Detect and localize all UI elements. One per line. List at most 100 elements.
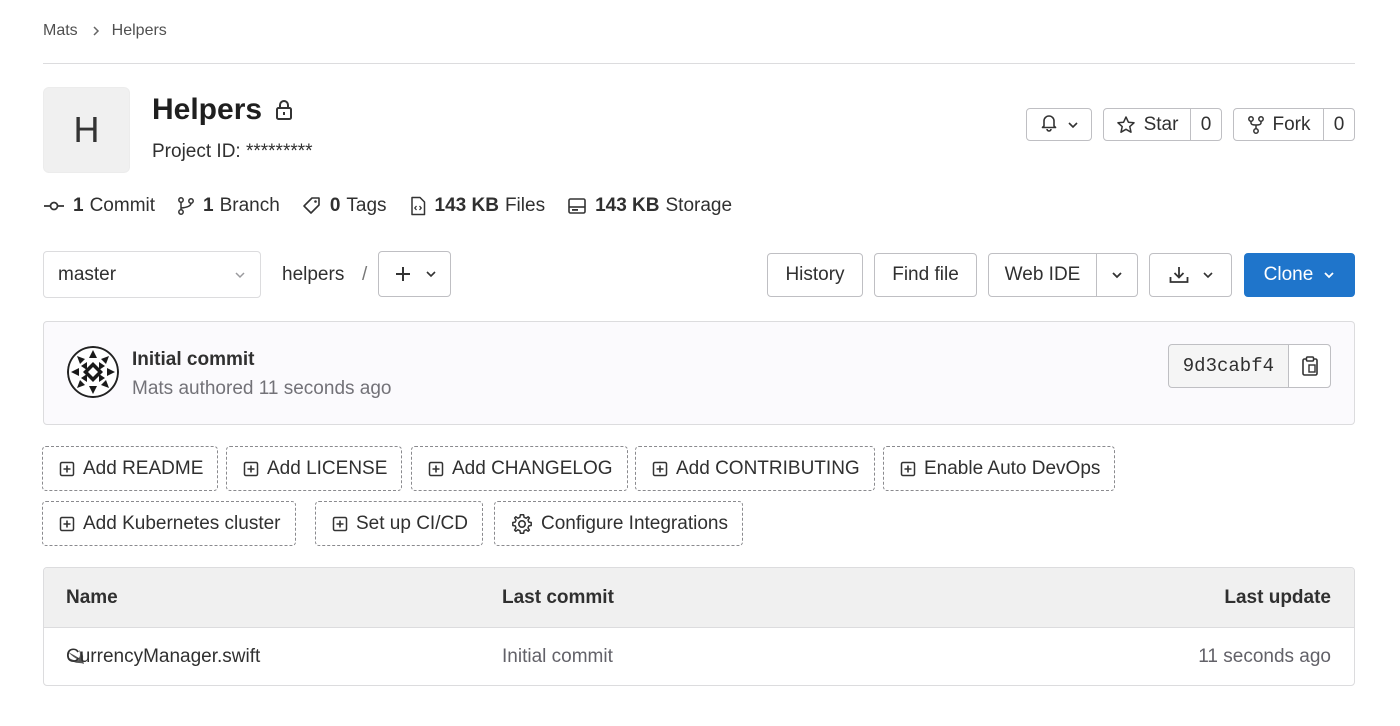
commits-label: Commit: [89, 195, 156, 216]
web-ide-button-group: Web IDE: [988, 253, 1138, 297]
file-table: Name Last commit Last update CurrencyMan…: [43, 567, 1355, 686]
commit-icon: [44, 201, 64, 211]
star-label: Star: [1143, 113, 1179, 135]
bell-icon: [1039, 112, 1059, 138]
tags-stat[interactable]: 0 Tags: [302, 195, 387, 217]
commits-count: 1: [73, 195, 84, 216]
clone-dropdown[interactable]: Clone: [1244, 253, 1355, 297]
branch-selector[interactable]: master: [43, 251, 261, 298]
project-stats: 1 Commit 1 Branch 0 Tags 143 KB Files 14…: [43, 195, 754, 217]
chevron-down-icon: [234, 271, 246, 279]
commits-stat[interactable]: 1 Commit: [43, 195, 155, 217]
chevron-down-icon: [1323, 271, 1335, 279]
breadcrumb-current[interactable]: Helpers: [112, 22, 167, 40]
lock-icon: [274, 99, 294, 121]
star-icon: [1116, 115, 1136, 135]
plus-square-icon: [900, 461, 916, 476]
add-contributing-label: Add CONTRIBUTING: [676, 457, 860, 479]
fork-label: Fork: [1272, 113, 1311, 135]
commit-title[interactable]: Initial commit: [132, 349, 254, 371]
header-name: Name: [66, 586, 118, 608]
commit-author-avatar[interactable]: [67, 346, 119, 398]
file-last-update: 11 seconds ago: [1198, 646, 1331, 667]
web-ide-button[interactable]: Web IDE: [989, 254, 1096, 296]
breadcrumb-parent[interactable]: Mats: [43, 22, 78, 40]
chevron-down-icon: [425, 270, 437, 278]
header-last-commit: Last commit: [502, 586, 614, 608]
plus-square-icon: [59, 461, 75, 476]
download-icon: [1168, 265, 1190, 285]
copy-sha-button[interactable]: [1288, 345, 1330, 387]
set-up-ci-cd-button[interactable]: Set up CI/CD: [315, 501, 483, 546]
notification-dropdown[interactable]: [1026, 108, 1092, 141]
gear-icon: [512, 513, 532, 534]
project-title-text: Helpers: [152, 93, 263, 126]
files-stat[interactable]: 143 KB Files: [409, 195, 546, 217]
table-row[interactable]: CurrencyManager.swift Initial commit 11 …: [44, 628, 1354, 685]
chevron-down-icon: [1202, 271, 1214, 279]
files-label: Files: [504, 195, 546, 216]
download-dropdown[interactable]: [1149, 253, 1232, 297]
fork-count[interactable]: 0: [1323, 109, 1354, 140]
add-contributing-button[interactable]: Add CONTRIBUTING: [635, 446, 875, 491]
last-commit-panel: Initial commit Mats authored 11 seconds …: [43, 321, 1355, 425]
tag-icon: [303, 197, 320, 214]
storage-icon: [568, 198, 586, 214]
star-count[interactable]: 0: [1190, 109, 1221, 140]
add-kubernetes-cluster-button[interactable]: Add Kubernetes cluster: [42, 501, 296, 546]
branch-name: master: [58, 263, 117, 285]
set-up-ci-cd-label: Set up CI/CD: [356, 512, 468, 534]
branches-count: 1: [203, 195, 214, 216]
fork-button[interactable]: Fork: [1234, 109, 1323, 140]
web-ide-dropdown-toggle[interactable]: [1096, 254, 1137, 296]
repo-path[interactable]: helpers: [282, 264, 344, 286]
file-name-cell[interactable]: CurrencyManager.swift: [66, 646, 260, 667]
star-button-group: Star 0: [1103, 108, 1222, 141]
add-license-label: Add LICENSE: [267, 457, 388, 479]
fork-button-group: Fork 0: [1233, 108, 1355, 141]
commit-meta: Mats authored 11 seconds ago: [132, 378, 392, 399]
star-button[interactable]: Star: [1104, 109, 1190, 140]
add-kubernetes-cluster-label: Add Kubernetes cluster: [83, 512, 281, 534]
header-divider: [43, 63, 1355, 64]
enable-auto-devops-label: Enable Auto DevOps: [924, 457, 1101, 479]
commit-sha[interactable]: 9d3cabf4: [1169, 345, 1288, 387]
tags-label: Tags: [346, 195, 387, 216]
chevron-right-icon: [91, 25, 101, 37]
add-readme-button[interactable]: Add README: [42, 446, 219, 491]
table-header: Name Last commit Last update: [44, 568, 1354, 628]
branches-label: Branch: [219, 195, 280, 216]
plus-icon: [393, 264, 413, 284]
plus-square-icon: [332, 516, 348, 531]
add-license-button[interactable]: Add LICENSE: [226, 446, 403, 491]
clone-label: Clone: [1263, 264, 1314, 285]
project-id: Project ID: *********: [152, 141, 313, 162]
project-avatar-letter: H: [73, 109, 100, 150]
chevron-down-icon: [1111, 271, 1123, 279]
storage-label: Storage: [665, 195, 733, 216]
add-readme-label: Add README: [83, 457, 204, 479]
history-button[interactable]: History: [767, 253, 863, 297]
storage-stat[interactable]: 143 KB Storage: [567, 195, 732, 217]
project-avatar: H: [43, 87, 130, 173]
branches-stat[interactable]: 1 Branch: [177, 195, 280, 217]
add-to-tree-dropdown[interactable]: [378, 251, 451, 297]
plus-square-icon: [243, 461, 259, 476]
configure-integrations-button[interactable]: Configure Integrations: [494, 501, 743, 546]
commit-sha-group: 9d3cabf4: [1167, 344, 1331, 388]
fork-icon: [1247, 115, 1265, 135]
file-name: CurrencyManager.swift: [66, 646, 261, 667]
header-last-update: Last update: [1224, 586, 1331, 608]
file-last-commit[interactable]: Initial commit: [502, 646, 613, 668]
add-changelog-button[interactable]: Add CHANGELOG: [411, 446, 628, 491]
branch-icon: [178, 197, 194, 215]
storage-size: 143 KB: [595, 195, 660, 216]
project-title: Helpers: [152, 93, 294, 127]
add-changelog-label: Add CHANGELOG: [452, 457, 613, 479]
web-ide-label: Web IDE: [1004, 264, 1081, 285]
files-size: 143 KB: [434, 195, 499, 216]
tags-count: 0: [329, 195, 341, 216]
find-file-button[interactable]: Find file: [874, 253, 977, 297]
enable-auto-devops-button[interactable]: Enable Auto DevOps: [883, 446, 1116, 491]
file-code-icon: [410, 196, 425, 216]
